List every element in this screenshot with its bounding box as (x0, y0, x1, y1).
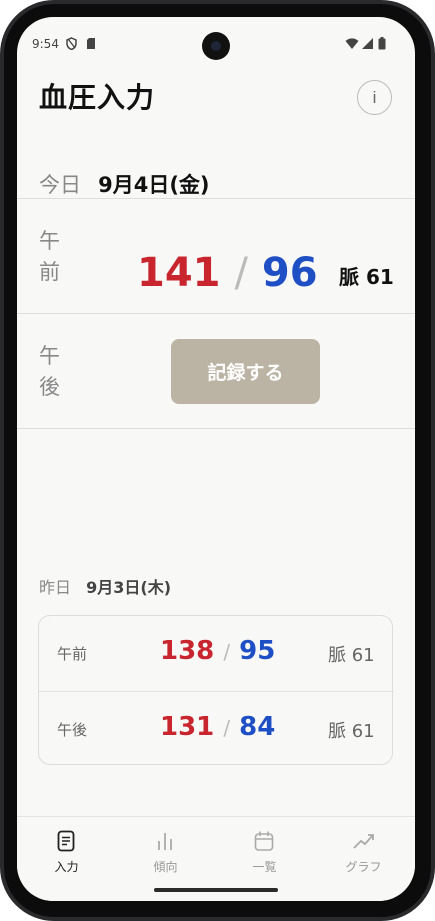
screen: 9:54 血圧入力 i 今日 9月4日(金) 午 前 141 / 96 脈 61… (17, 17, 415, 901)
today-header: 今日 9月4日(金) (39, 169, 210, 199)
home-indicator[interactable] (154, 888, 278, 892)
wifi-icon (345, 38, 359, 49)
power-button (431, 355, 435, 475)
slash: / (223, 716, 231, 740)
diastolic-value: 96 (261, 250, 318, 296)
front-camera (202, 32, 230, 60)
sd-card-icon (87, 38, 95, 49)
today-am-reading: 141 / 96 (137, 250, 318, 296)
today-label: 今日 (39, 173, 81, 197)
info-button[interactable]: i (357, 80, 392, 115)
pm-label: 午 後 (39, 341, 60, 403)
status-bar: 9:54 (17, 17, 415, 72)
tab-label: グラフ (345, 860, 382, 874)
systolic-value: 131 (160, 712, 215, 742)
am-label: 午 前 (39, 226, 60, 288)
tab-label: 傾向 (153, 860, 178, 874)
period-label: 午後 (57, 721, 88, 739)
bar-chart-icon (158, 833, 172, 850)
page-title: 血圧入力 (39, 81, 156, 114)
diastolic-value: 95 (239, 636, 276, 666)
pulse-value: 脈 61 (328, 721, 375, 742)
slash: / (223, 640, 231, 664)
yesterday-am-reading: 138 / 95 (160, 636, 275, 666)
divider (17, 198, 415, 199)
calendar-icon (254, 831, 274, 851)
diastolic-value: 84 (239, 712, 276, 742)
status-time: 9:54 (32, 37, 59, 51)
yesterday-card: 午前 138 / 95 脈 61 午後 131 / 84 脈 61 (38, 615, 394, 766)
divider (17, 428, 415, 429)
yesterday-pm-reading: 131 / 84 (160, 712, 275, 742)
info-icon: i (372, 87, 377, 107)
line-chart-icon (353, 834, 374, 849)
today-date: 9月4日(金) (98, 173, 210, 197)
phone-frame: 9:54 血圧入力 i 今日 9月4日(金) 午 前 141 / 96 脈 61… (0, 0, 435, 921)
systolic-value: 138 (160, 636, 215, 666)
tab-label: 一覧 (252, 860, 277, 874)
yesterday-pm-row[interactable]: 午後 131 / 84 脈 61 (39, 691, 394, 766)
document-icon (57, 830, 75, 852)
record-button[interactable]: 記録する (171, 339, 320, 404)
battery-icon (378, 37, 386, 50)
yesterday-am-row[interactable]: 午前 138 / 95 脈 61 (39, 616, 394, 691)
yesterday-label: 昨日 (39, 578, 72, 597)
tab-graph[interactable]: グラフ (314, 817, 413, 887)
pm-label-line1: 午 (39, 344, 60, 368)
tab-trend[interactable]: 傾向 (116, 817, 215, 887)
tab-label: 入力 (54, 860, 79, 874)
slash: / (234, 250, 248, 296)
systolic-value: 141 (137, 250, 221, 296)
am-label-line2: 前 (39, 260, 60, 284)
am-label-line1: 午 (39, 229, 60, 253)
yesterday-date: 9月3日(木) (86, 578, 172, 597)
tab-input[interactable]: 入力 (17, 817, 116, 887)
volume-button (431, 248, 435, 304)
tab-list[interactable]: 一覧 (215, 817, 314, 887)
pm-label-line2: 後 (39, 375, 60, 399)
pulse-value: 脈 61 (328, 645, 375, 666)
period-label: 午前 (57, 645, 88, 663)
signal-icon (362, 38, 373, 49)
divider (17, 313, 415, 314)
yesterday-header: 昨日 9月3日(木) (39, 574, 171, 598)
shield-icon (66, 37, 77, 50)
pulse-value: 脈 61 (339, 265, 394, 289)
